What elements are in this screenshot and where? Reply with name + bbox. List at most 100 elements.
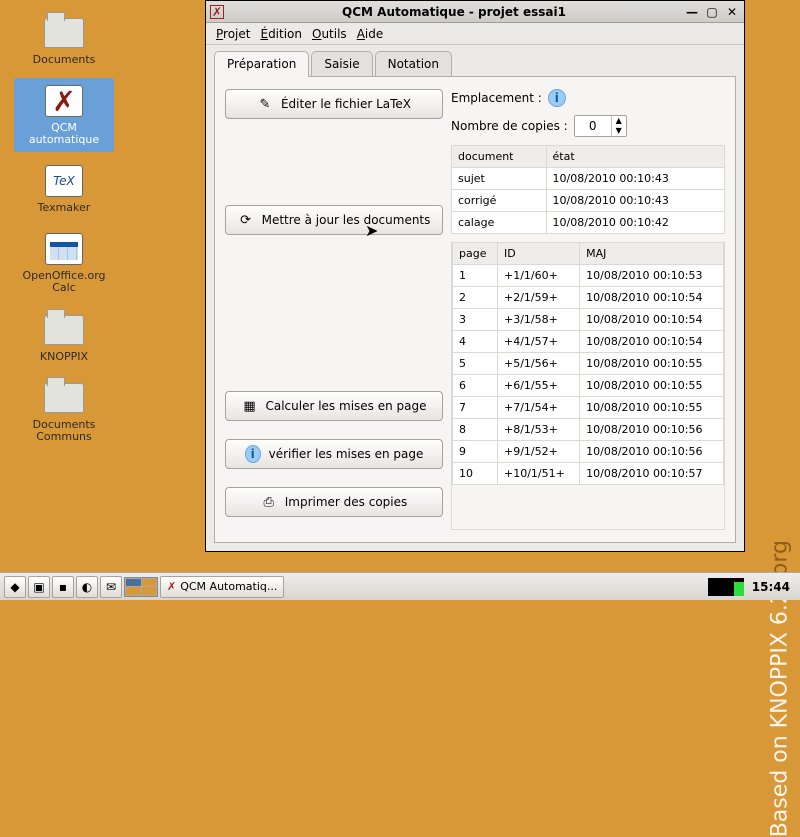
app-window: ✗ QCM Automatique - projet essai1 — ▢ ✕ … xyxy=(205,0,745,552)
table-row[interactable]: 4+4/1/57+10/08/2010 00:10:54 xyxy=(453,331,724,353)
cell: 9 xyxy=(453,441,498,463)
spin-up-icon[interactable]: ▲ xyxy=(612,116,626,126)
print-button[interactable]: ⎙ Imprimer des copies xyxy=(225,487,443,517)
workspace-switcher[interactable] xyxy=(124,577,158,597)
desktop-icon-documents[interactable]: Documents xyxy=(14,10,114,72)
cell: +6/1/55+ xyxy=(498,375,580,397)
start-button[interactable]: ◆ xyxy=(4,576,26,598)
update-docs-label: Mettre à jour les documents xyxy=(262,213,431,227)
spin-down-icon[interactable]: ▼ xyxy=(612,126,626,136)
watermark-text: Based on KNOPPIX 6.2 xyxy=(767,590,792,837)
app-icon: ✗ xyxy=(210,5,224,19)
cell: +1/1/60+ xyxy=(498,265,580,287)
printer-icon: ⎙ xyxy=(261,494,277,510)
cpu-monitor[interactable] xyxy=(708,578,744,596)
table-row[interactable]: 1+1/1/60+10/08/2010 00:10:53 xyxy=(453,265,724,287)
menu-projet[interactable]: Projet xyxy=(216,27,250,41)
terminal-icon[interactable]: ▪ xyxy=(52,576,74,598)
taskbar-app-button[interactable]: ✗ QCM Automatiq... xyxy=(160,576,284,598)
table-row[interactable]: 7+7/1/54+10/08/2010 00:10:55 xyxy=(453,397,724,419)
cell: sujet xyxy=(452,168,547,190)
print-label: Imprimer des copies xyxy=(285,495,408,509)
verify-layout-label: vérifier les mises en page xyxy=(269,447,424,461)
desktop-icon-qcm-automatique[interactable]: QCM automatique xyxy=(14,78,114,152)
cell: 6 xyxy=(453,375,498,397)
table-row[interactable]: 3+3/1/58+10/08/2010 00:10:54 xyxy=(453,309,724,331)
tab-strip: PréparationSaisieNotation xyxy=(206,45,744,77)
copies-spinbox[interactable]: ▲ ▼ xyxy=(574,115,627,137)
cell: 7 xyxy=(453,397,498,419)
qcm-app-icon xyxy=(42,82,86,120)
cell: calage xyxy=(452,212,547,234)
cell: +5/1/56+ xyxy=(498,353,580,375)
cell: +3/1/58+ xyxy=(498,309,580,331)
col-ID[interactable]: ID xyxy=(498,243,580,265)
col-état[interactable]: état xyxy=(546,146,724,168)
taskbar-app-label: QCM Automatiq... xyxy=(180,580,277,593)
maximize-button[interactable]: ▢ xyxy=(704,5,720,19)
col-document[interactable]: document xyxy=(452,146,547,168)
tex-app-icon xyxy=(42,162,86,200)
titlebar[interactable]: ✗ QCM Automatique - projet essai1 — ▢ ✕ xyxy=(206,1,744,23)
cell: 3 xyxy=(453,309,498,331)
calc-layout-label: Calculer les mises en page xyxy=(265,399,426,413)
menubar: Projet Édition Outils Aide xyxy=(206,23,744,45)
table-row[interactable]: corrigé10/08/2010 00:10:43 xyxy=(452,190,725,212)
cell: 10/08/2010 00:10:54 xyxy=(580,309,724,331)
tab-préparation[interactable]: Préparation xyxy=(214,51,309,77)
verify-layout-button[interactable]: i vérifier les mises en page xyxy=(225,439,443,469)
table-row[interactable]: 8+8/1/53+10/08/2010 00:10:56 xyxy=(453,419,724,441)
menu-édition[interactable]: Édition xyxy=(260,27,302,41)
browser-icon[interactable]: ◐ xyxy=(76,576,98,598)
col-MAJ[interactable]: MAJ xyxy=(580,243,724,265)
tab-notation[interactable]: Notation xyxy=(375,51,452,77)
table-row[interactable]: 6+6/1/55+10/08/2010 00:10:55 xyxy=(453,375,724,397)
clock[interactable]: 15:44 xyxy=(746,580,796,594)
info-badge-icon[interactable]: i xyxy=(548,89,566,107)
documents-table: documentétat sujet10/08/2010 00:10:43cor… xyxy=(451,145,725,234)
cell: 10/08/2010 00:10:57 xyxy=(580,463,724,485)
table-row[interactable]: sujet10/08/2010 00:10:43 xyxy=(452,168,725,190)
cell: 10/08/2010 00:10:55 xyxy=(580,353,724,375)
table-row[interactable]: 10+10/1/51+10/08/2010 00:10:57 xyxy=(453,463,724,485)
minimize-button[interactable]: — xyxy=(684,5,700,19)
filemanager-icon[interactable]: ▣ xyxy=(28,576,50,598)
cell: 10/08/2010 00:10:43 xyxy=(546,168,724,190)
menu-aide[interactable]: Aide xyxy=(357,27,384,41)
desktop-icon-openoffice-org-calc[interactable]: OpenOffice.org Calc xyxy=(14,226,114,300)
desktop-icon-knoppix[interactable]: KNOPPIX xyxy=(14,307,114,369)
desktop-icon-label: Documents Communs xyxy=(16,419,112,443)
copies-label: Nombre de copies : xyxy=(451,119,568,133)
desktop-icon-label: KNOPPIX xyxy=(40,351,88,363)
menu-outils[interactable]: Outils xyxy=(312,27,347,41)
cell: 10/08/2010 00:10:56 xyxy=(580,441,724,463)
calc-layout-button[interactable]: ▦ Calculer les mises en page xyxy=(225,391,443,421)
left-column: ✎ Éditer le fichier LaTeX ⟳ Mettre à jou… xyxy=(225,89,443,530)
mail-icon[interactable]: ✉ xyxy=(100,576,122,598)
desktop-icon-texmaker[interactable]: Texmaker xyxy=(14,158,114,220)
table-row[interactable]: 5+5/1/56+10/08/2010 00:10:55 xyxy=(453,353,724,375)
table-row[interactable]: calage10/08/2010 00:10:42 xyxy=(452,212,725,234)
cell: 1 xyxy=(453,265,498,287)
table-row[interactable]: 9+9/1/52+10/08/2010 00:10:56 xyxy=(453,441,724,463)
pencil-icon: ✎ xyxy=(257,96,273,112)
cell: +2/1/59+ xyxy=(498,287,580,309)
col-page[interactable]: page xyxy=(453,243,498,265)
update-docs-button[interactable]: ⟳ Mettre à jour les documents xyxy=(225,205,443,235)
edit-latex-button[interactable]: ✎ Éditer le fichier LaTeX xyxy=(225,89,443,119)
cell: 10/08/2010 00:10:54 xyxy=(580,287,724,309)
cell: corrigé xyxy=(452,190,547,212)
tab-saisie[interactable]: Saisie xyxy=(311,51,372,77)
taskbar-app-icon: ✗ xyxy=(167,580,176,593)
close-button[interactable]: ✕ xyxy=(724,5,740,19)
desktop-icon-documents-communs[interactable]: Documents Communs xyxy=(14,375,114,449)
table-row[interactable]: 2+2/1/59+10/08/2010 00:10:54 xyxy=(453,287,724,309)
folder-icon xyxy=(42,379,86,417)
window-title: QCM Automatique - projet essai1 xyxy=(228,5,680,19)
copies-input[interactable] xyxy=(575,116,611,136)
cell: +7/1/54+ xyxy=(498,397,580,419)
cell: +9/1/52+ xyxy=(498,441,580,463)
info-icon: i xyxy=(245,446,261,462)
right-column: Emplacement : i Nombre de copies : ▲ ▼ d… xyxy=(451,89,725,530)
cell: +4/1/57+ xyxy=(498,331,580,353)
